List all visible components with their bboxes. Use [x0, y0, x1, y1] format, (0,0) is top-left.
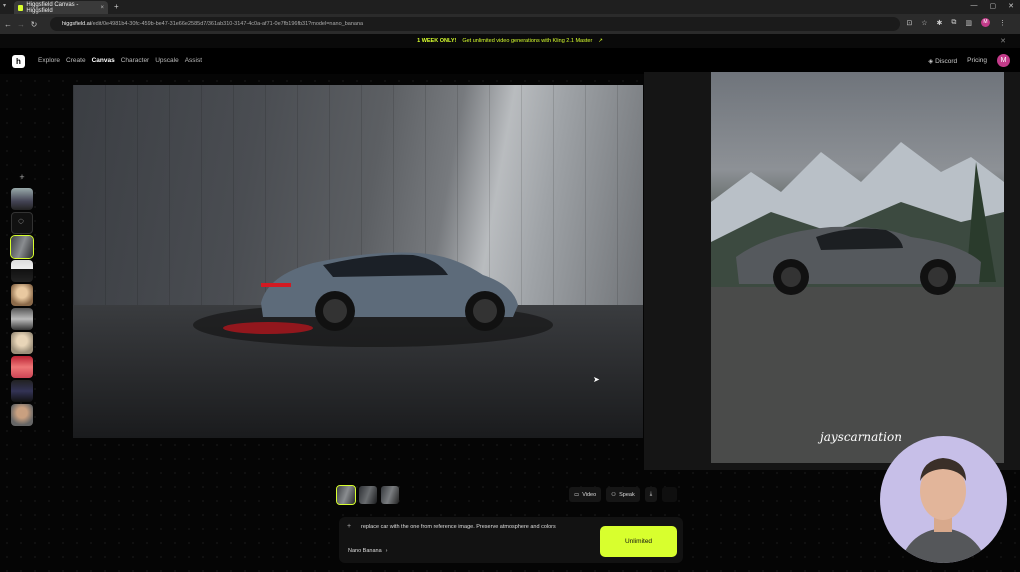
new-tab-button[interactable]: +	[114, 2, 119, 11]
bookmark-star-icon[interactable]: ☆	[921, 19, 927, 27]
main-canvas-image[interactable]	[73, 85, 643, 438]
asset-thumb[interactable]	[11, 260, 33, 282]
speak-label: Speak	[619, 491, 635, 498]
main-nav: Explore Create Canvas Character Upscale …	[38, 57, 202, 64]
favicon-icon	[18, 4, 24, 11]
promo-close-icon[interactable]: ✕	[1000, 37, 1006, 45]
chevron-right-icon: ›	[385, 547, 388, 554]
image-actions: ▭ Video ⚇ Speak ⤓	[569, 487, 678, 502]
url-path: /edit/0e4981b4-30fc-459b-be47-31e66e2585…	[91, 21, 364, 27]
nav-assist[interactable]: Assist	[185, 57, 202, 64]
browser-tab[interactable]: Higgsfield Canvas - Higgsfield ×	[14, 1, 108, 14]
asset-thumb[interactable]	[11, 380, 33, 402]
model-label: Nano Banana	[348, 547, 382, 554]
presenter-video	[900, 458, 987, 563]
nav-explore[interactable]: Explore	[38, 57, 60, 64]
add-asset-button[interactable]: +	[11, 168, 33, 186]
generation-thumb[interactable]	[359, 486, 377, 504]
tab-search-icon[interactable]: ▾	[3, 2, 11, 11]
user-avatar[interactable]: M	[997, 54, 1010, 67]
video-icon: ▭	[574, 491, 580, 498]
webcam-overlay	[880, 436, 1007, 563]
asset-rail: + ◌	[10, 168, 35, 426]
asset-thumb[interactable]	[11, 188, 33, 210]
add-reference-button[interactable]: +	[347, 523, 351, 530]
tab-close-icon[interactable]: ×	[100, 5, 104, 11]
promo-text: Get unlimited video generations with Kli…	[462, 38, 593, 44]
asset-thumb-loading[interactable]: ◌	[11, 212, 33, 234]
asset-thumb-selected[interactable]	[10, 235, 34, 259]
forward-icon[interactable]: →	[16, 20, 26, 29]
reload-icon[interactable]: ↻	[29, 20, 39, 29]
speak-icon: ⚇	[611, 491, 617, 498]
reference-image[interactable]	[711, 72, 1004, 463]
download-icon: ⤓	[649, 491, 653, 497]
nav-create[interactable]: Create	[66, 57, 86, 64]
extension-icon[interactable]: ✱	[937, 19, 943, 27]
window-controls: — ▢ ✕	[971, 2, 1015, 10]
generation-thumb-selected[interactable]	[336, 485, 356, 505]
discord-link[interactable]: ◈ Discord	[928, 57, 957, 65]
mouse-cursor-icon: ➤	[593, 375, 600, 384]
install-app-icon[interactable]: ⊡	[906, 19, 912, 27]
browser-tab-strip: ▾ Higgsfield Canvas - Higgsfield × + — ▢…	[0, 0, 1020, 14]
app-header: h Explore Create Canvas Character Upscal…	[0, 48, 1020, 74]
asset-thumb[interactable]	[11, 308, 33, 330]
url-domain: higgsfield.ai	[62, 21, 92, 27]
nav-upscale[interactable]: Upscale	[155, 57, 178, 64]
generation-thumbs	[336, 485, 399, 505]
pricing-link[interactable]: Pricing	[967, 57, 987, 64]
generate-button[interactable]: Unlimited	[600, 526, 677, 557]
menu-dots-icon[interactable]: ⋮	[999, 19, 1006, 27]
video-label: Video	[582, 491, 597, 498]
asset-thumb[interactable]	[11, 284, 33, 306]
speak-button[interactable]: ⚇ Speak	[606, 487, 640, 502]
promo-banner[interactable]: 1 WEEK ONLY! Get unlimited video generat…	[0, 34, 1020, 48]
tab-title: Higgsfield Canvas - Higgsfield	[26, 1, 79, 14]
browser-toolbar-icons: ⊡ ☆ ✱ ⧉ ▥ M ⋮	[906, 18, 1006, 27]
close-window-icon[interactable]: ✕	[1008, 2, 1014, 10]
asset-thumb[interactable]	[11, 332, 33, 354]
video-button[interactable]: ▭ Video	[569, 487, 602, 502]
higgsfield-logo[interactable]: h	[12, 55, 25, 68]
address-bar[interactable]: higgsfield.ai /edit/0e4981b4-30fc-459b-b…	[50, 17, 900, 31]
puzzle-extensions-icon[interactable]: ⧉	[951, 19, 956, 27]
side-panel-icon[interactable]: ▥	[965, 19, 972, 27]
reference-scene	[711, 142, 1004, 463]
browser-toolbar: ← → ↻ higgsfield.ai /edit/0e4981b4-30fc-…	[0, 14, 1020, 34]
generation-thumb[interactable]	[381, 486, 399, 504]
nav-canvas[interactable]: Canvas	[92, 57, 115, 64]
download-button[interactable]: ⤓	[644, 487, 658, 502]
prompt-panel: + replace car with the one from referenc…	[339, 517, 683, 563]
promo-arrow-icon: ↗	[598, 38, 603, 44]
header-right: ◈ Discord Pricing M	[928, 54, 1010, 67]
model-selector[interactable]: Nano Banana ›	[345, 544, 390, 557]
discord-icon: ◈	[928, 57, 934, 65]
asset-thumb[interactable]	[11, 356, 33, 378]
asset-thumb[interactable]	[11, 404, 33, 426]
more-button[interactable]	[662, 487, 678, 502]
prompt-input[interactable]: replace car with the one from reference …	[361, 524, 556, 530]
spinner-icon: ◌	[18, 216, 24, 227]
promo-badge: 1 WEEK ONLY!	[417, 38, 457, 44]
minimize-icon[interactable]: —	[971, 2, 978, 10]
profile-avatar[interactable]: M	[981, 18, 990, 27]
car-illustration	[193, 252, 553, 347]
back-icon[interactable]: ←	[3, 20, 13, 29]
discord-label: Discord	[935, 57, 958, 65]
maximize-icon[interactable]: ▢	[990, 2, 997, 10]
nav-character[interactable]: Character	[121, 57, 150, 64]
